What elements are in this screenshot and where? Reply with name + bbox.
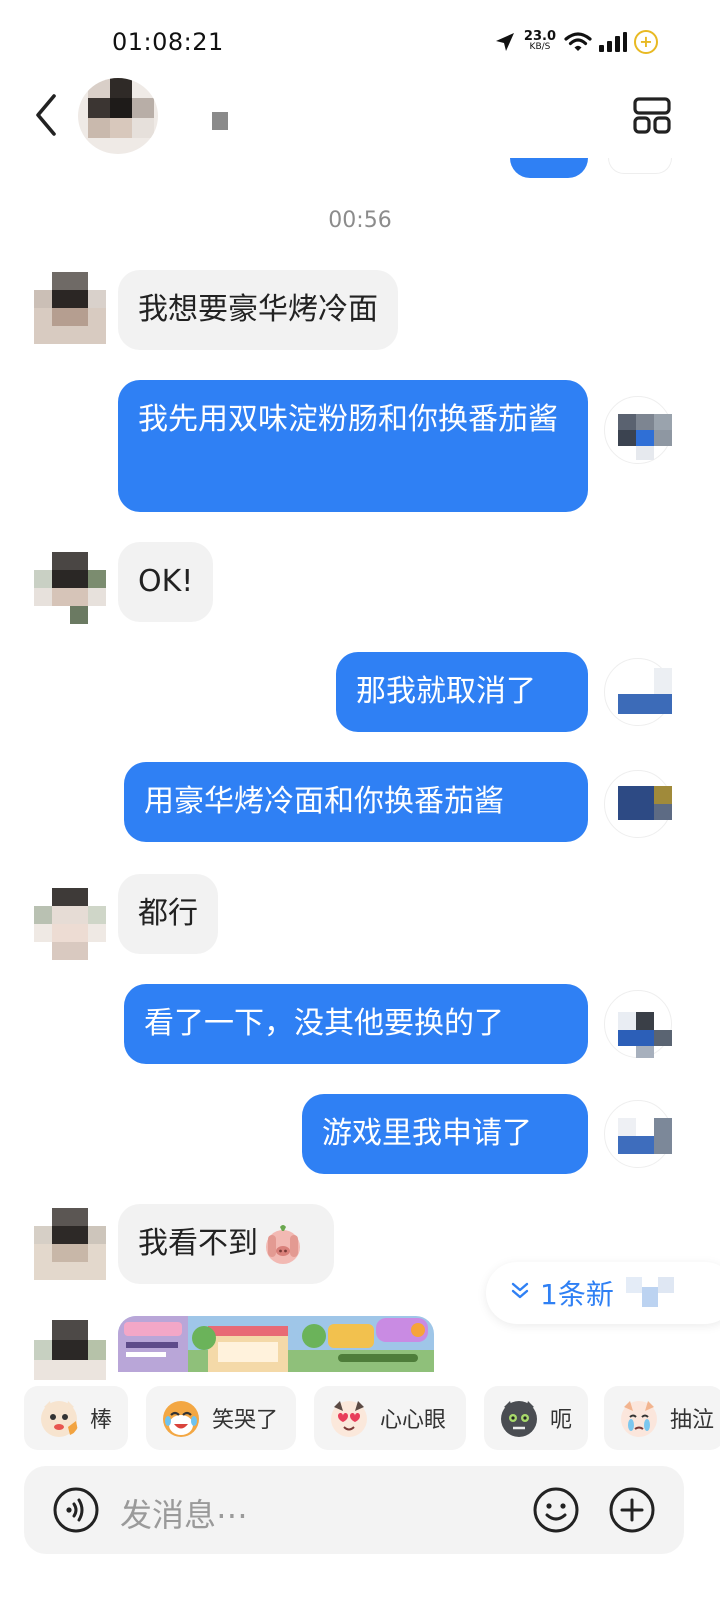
self-message-avatar[interactable] — [604, 770, 672, 838]
sticker-suggestion[interactable]: 心心眼 — [314, 1386, 466, 1450]
message-text: 我看不到 — [138, 1226, 258, 1261]
location-arrow-icon — [495, 33, 514, 51]
contact-message-avatar[interactable] — [34, 1320, 106, 1380]
battery-saver-icon: + — [634, 30, 658, 54]
message-bubble-outgoing[interactable]: 游戏里我申请了 — [302, 1094, 588, 1174]
grid-layout-icon[interactable] — [632, 96, 672, 136]
shy-pig-emoji-icon — [266, 1225, 300, 1264]
heart-eyes-cat-icon — [331, 1401, 367, 1437]
back-icon[interactable] — [28, 90, 64, 140]
new-message-label: 1条新 — [540, 1278, 614, 1311]
message-bubble-incoming[interactable]: 我想要豪华烤冷面 — [118, 270, 398, 350]
new-message-avatar — [620, 1273, 680, 1313]
sticker-suggestion[interactable]: 呃 — [484, 1386, 588, 1450]
add-attachment-icon[interactable] — [608, 1486, 656, 1534]
thumbs-up-cat-icon — [41, 1401, 78, 1437]
sticker-label: 抽泣 — [670, 1408, 715, 1433]
sticker-label: 心心眼 — [380, 1408, 447, 1433]
contact-name-redacted — [212, 112, 228, 130]
new-message-indicator[interactable]: 1条新 — [486, 1262, 720, 1324]
contact-message-avatar[interactable] — [34, 888, 106, 960]
network-speed-unit: KB/S — [529, 42, 551, 52]
message-bubble-outgoing[interactable]: 我先用双味淀粉肠和你换番茄酱 — [118, 380, 588, 512]
message-bubble-outgoing[interactable]: 那我就取消了 — [336, 652, 588, 732]
message-input-bar: 发消息⋯ — [24, 1466, 684, 1554]
game-screenshot-image[interactable] — [118, 1316, 434, 1372]
voice-input-icon[interactable] — [52, 1486, 100, 1534]
sticker-suggestion[interactable]: 笑哭了 — [146, 1386, 296, 1450]
chat-timestamp: 00:56 — [328, 208, 392, 233]
message-bubble-outgoing[interactable]: 看了一下，没其他要换的了 — [124, 984, 588, 1064]
network-speed-value: 23.0 — [523, 29, 556, 44]
sticker-suggestion[interactable]: 抽泣 — [604, 1386, 720, 1450]
sticker-label: 棒 — [90, 1408, 113, 1433]
message-bubble-incoming[interactable]: OK! — [118, 542, 214, 622]
previous-avatar-fragment — [608, 158, 672, 174]
message-bubble-incoming[interactable]: 都行 — [118, 874, 218, 954]
message-bubble-outgoing[interactable]: 用豪华烤冷面和你换番茄酱 — [124, 762, 588, 842]
contact-message-avatar[interactable] — [34, 552, 106, 624]
contact-message-avatar[interactable] — [34, 1208, 106, 1280]
previous-bubble-fragment — [510, 158, 588, 178]
wifi-icon — [564, 32, 592, 51]
sticker-label: 笑哭了 — [212, 1408, 279, 1433]
chat-header — [0, 70, 720, 160]
self-message-avatar[interactable] — [604, 1100, 672, 1168]
sticker-label: 呃 — [550, 1408, 573, 1433]
self-message-avatar[interactable] — [604, 396, 672, 464]
self-message-avatar[interactable] — [604, 658, 672, 726]
message-input[interactable]: 发消息⋯ — [120, 1490, 248, 1536]
emoji-icon[interactable] — [532, 1486, 580, 1534]
signal-icon — [599, 32, 627, 52]
laughing-crying-dog-icon — [163, 1401, 199, 1437]
status-time: 01:08:21 — [112, 28, 224, 56]
awkward-cat-icon — [501, 1401, 537, 1437]
contact-message-avatar[interactable] — [34, 272, 106, 344]
sticker-suggestion[interactable]: 棒 — [24, 1386, 128, 1450]
network-speed: 23.0 KB/S — [523, 29, 556, 52]
sticker-suggestion-row: 棒 笑哭了 心心眼 呃 抽泣 — [0, 1386, 720, 1452]
contact-avatar[interactable] — [78, 78, 158, 154]
sobbing-cat-icon — [621, 1401, 657, 1437]
double-chevron-down-icon — [510, 1280, 530, 1306]
self-message-avatar[interactable] — [604, 990, 672, 1058]
message-bubble-incoming[interactable]: 我看不到 — [118, 1204, 334, 1284]
status-icons: 23.0 KB/S + — [494, 30, 658, 54]
